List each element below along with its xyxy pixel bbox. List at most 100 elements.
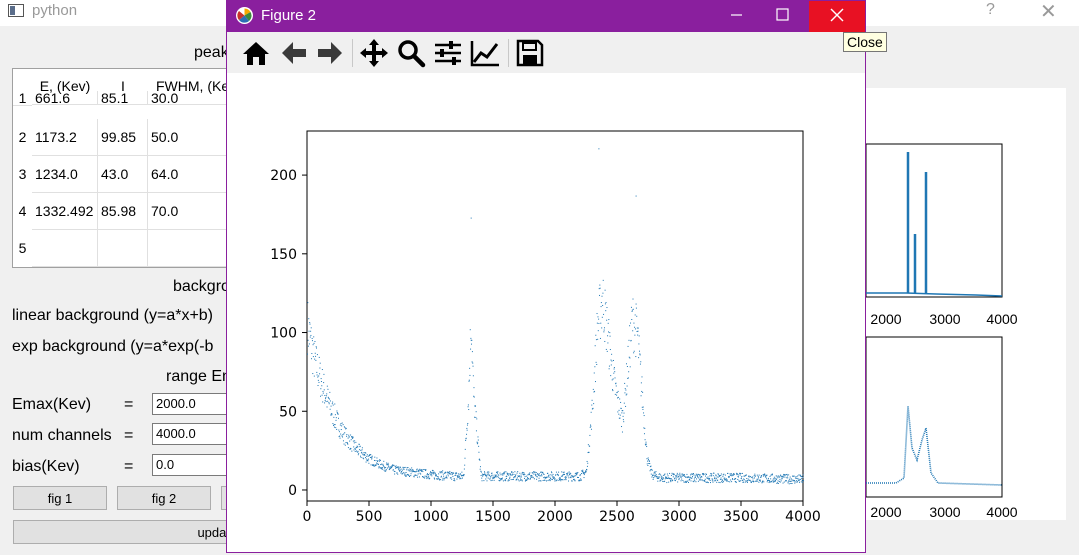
data-point [489, 478, 491, 480]
maximize-button[interactable] [759, 1, 805, 32]
data-point [802, 474, 804, 476]
data-point [669, 478, 671, 480]
data-point [708, 479, 710, 481]
forward-arrow-icon[interactable] [314, 38, 346, 68]
data-point [349, 440, 351, 442]
exp-background-option[interactable]: exp background (y=a*exp(-b [12, 338, 213, 356]
data-point [687, 480, 689, 482]
close-icon [830, 8, 844, 22]
data-point [791, 479, 793, 481]
edit-axis-icon[interactable] [469, 38, 501, 68]
data-point [716, 481, 718, 483]
data-point [562, 474, 564, 476]
figure-window-title: Figure 2 [261, 7, 317, 24]
row-number[interactable]: 4 [13, 193, 32, 231]
data-point [337, 413, 339, 415]
data-point [690, 480, 692, 482]
data-point [488, 474, 490, 476]
data-point [500, 474, 502, 476]
data-point [355, 441, 357, 443]
update-button[interactable]: updat [13, 520, 231, 544]
close-button[interactable] [809, 1, 865, 32]
data-point [552, 473, 554, 475]
table-cell-i[interactable]: 99.85 [98, 119, 148, 156]
data-point [598, 322, 600, 324]
table-cell-fwhm[interactable]: 30.0 [148, 91, 227, 105]
peak-table[interactable]: E, (Kev) I FWHM, (Ke 1 661.6 85.1 30.0 2 1173… [12, 68, 228, 268]
table-cell-e[interactable] [32, 230, 98, 267]
bias-input[interactable]: 0.0 [152, 454, 228, 476]
data-point [713, 472, 715, 474]
table-cell-e[interactable]: 1173.2 [32, 119, 98, 156]
data-point [450, 473, 452, 475]
table-cell-i[interactable]: 43.0 [98, 156, 148, 193]
data-point [360, 456, 362, 458]
pan-icon[interactable] [358, 38, 390, 68]
minimize-button[interactable] [713, 1, 759, 32]
data-point [487, 471, 489, 473]
data-point [376, 457, 378, 459]
data-point [459, 473, 461, 475]
fig2-button[interactable]: fig 2 [117, 486, 211, 510]
figure-titlebar[interactable]: Figure 2 [227, 1, 865, 32]
table-cell-e[interactable]: 661.6 [32, 91, 98, 105]
bottom-mini-tick: 4000 [986, 504, 1017, 520]
data-point [479, 458, 481, 460]
table-cell-i[interactable] [98, 230, 148, 267]
data-point [492, 476, 494, 478]
data-point [463, 468, 465, 470]
data-point [461, 471, 463, 473]
data-point [647, 457, 649, 459]
data-point [626, 365, 628, 367]
row-number[interactable]: 2 [13, 119, 32, 157]
table-cell-fwhm[interactable]: 64.0 [148, 156, 227, 193]
data-point [779, 481, 781, 483]
data-point [676, 476, 678, 478]
background-close-button[interactable]: ✕ [1040, 0, 1057, 24]
data-point [532, 472, 534, 474]
linear-background-option[interactable]: linear background (y=a*x+b) [12, 307, 213, 325]
table-cell-e[interactable]: 1332.492 [32, 193, 98, 230]
table-cell-e[interactable]: 1234.0 [32, 156, 98, 193]
home-icon[interactable] [240, 38, 272, 68]
table-cell-i[interactable]: 85.98 [98, 193, 148, 230]
row-number[interactable]: 1 [13, 91, 32, 106]
back-arrow-icon[interactable] [278, 38, 310, 68]
table-cell-fwhm[interactable]: 50.0 [148, 119, 227, 156]
data-point [401, 469, 403, 471]
data-point [615, 385, 617, 387]
data-point [327, 388, 329, 390]
data-point [655, 471, 657, 473]
data-point [325, 401, 327, 403]
num-channels-input[interactable]: 4000.0 [152, 423, 228, 445]
row-number[interactable]: 3 [13, 156, 32, 194]
zoom-icon[interactable] [395, 38, 427, 68]
data-point [352, 440, 354, 442]
data-point [479, 466, 481, 468]
data-point [789, 476, 791, 478]
row-number[interactable]: 5 [13, 230, 32, 267]
data-point [484, 471, 486, 473]
data-point [589, 434, 591, 436]
data-point [798, 481, 800, 483]
data-point [528, 474, 530, 476]
data-point [582, 469, 584, 471]
data-point [369, 456, 371, 458]
data-point [716, 476, 718, 478]
data-point [554, 480, 556, 482]
data-point [548, 474, 550, 476]
figure-canvas[interactable]: 0 500 1000 1500 2000 2500 3000 3500 4000 0 50 100 1… [227, 73, 865, 552]
data-point [409, 470, 411, 472]
emax-input[interactable]: 2000.0 [152, 393, 228, 415]
data-point [577, 477, 579, 479]
table-cell-fwhm[interactable]: 70.0 [148, 193, 227, 230]
python-app-icon [8, 4, 24, 17]
data-point [797, 475, 799, 477]
data-point [666, 482, 668, 484]
fig1-button[interactable]: fig 1 [13, 486, 107, 510]
save-icon[interactable] [514, 38, 546, 68]
table-cell-i[interactable]: 85.1 [98, 91, 148, 105]
help-button[interactable]: ? [986, 1, 995, 19]
table-cell-fwhm[interactable] [148, 230, 227, 267]
configure-subplots-icon[interactable] [432, 38, 464, 68]
